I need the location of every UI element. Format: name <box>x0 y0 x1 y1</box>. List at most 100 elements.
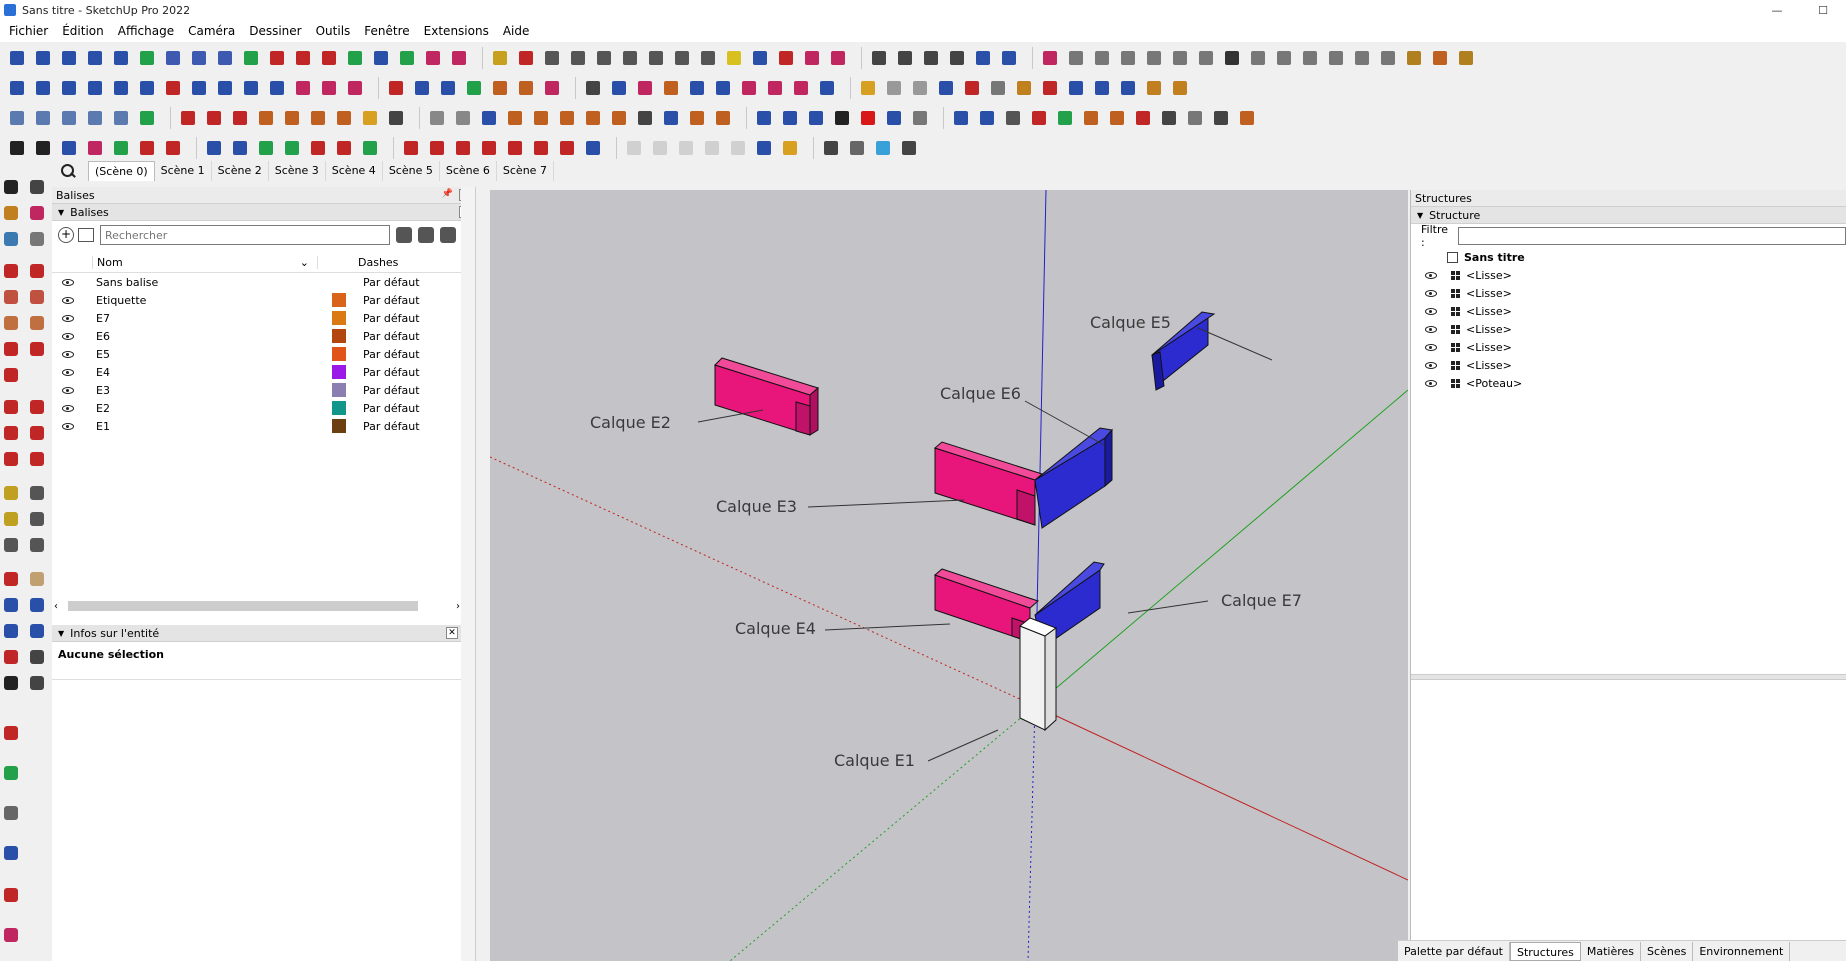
zoom-window-tool-icon[interactable] <box>26 594 48 616</box>
refresh-icon[interactable] <box>582 137 604 159</box>
curve-a-icon[interactable] <box>582 77 604 99</box>
tag-color-swatch[interactable] <box>332 419 346 433</box>
view-right-icon[interactable] <box>84 107 106 129</box>
tab-scene-3[interactable]: Scène 3 <box>269 161 326 181</box>
window-6-icon[interactable] <box>1455 47 1477 69</box>
path-icon[interactable] <box>203 137 225 159</box>
tools-icon[interactable] <box>385 107 407 129</box>
outliner-item[interactable]: <Poteau> <box>1411 374 1846 392</box>
triangle-icon[interactable] <box>448 47 470 69</box>
misc-2-icon[interactable] <box>976 107 998 129</box>
offset-tool-icon[interactable] <box>26 448 48 470</box>
line-red-icon[interactable] <box>136 137 158 159</box>
fx-icon[interactable] <box>898 137 920 159</box>
outliner-item[interactable]: <Lisse> <box>1411 302 1846 320</box>
component-2-icon[interactable] <box>894 47 916 69</box>
misc-8-icon[interactable] <box>1158 107 1180 129</box>
beam-3-icon[interactable] <box>478 107 500 129</box>
tag-row[interactable]: E1 Par défaut <box>52 417 475 435</box>
eraser-2-icon[interactable] <box>827 47 849 69</box>
paint-bucket-icon[interactable] <box>0 202 22 224</box>
select-3-icon[interactable] <box>58 77 80 99</box>
misc-4-icon[interactable] <box>1054 107 1076 129</box>
beam-icon[interactable] <box>426 107 448 129</box>
pin-icon[interactable] <box>1039 47 1061 69</box>
bezier-icon[interactable] <box>110 47 132 69</box>
beam-5-icon[interactable] <box>530 107 552 129</box>
arc-red-3-icon[interactable] <box>318 47 340 69</box>
curve-h-icon[interactable] <box>764 77 786 99</box>
path-2-icon[interactable] <box>229 137 251 159</box>
followme-tool-icon[interactable] <box>26 422 48 444</box>
link-tool-icon[interactable] <box>0 884 22 906</box>
path-3-icon[interactable] <box>255 137 277 159</box>
select-icon[interactable] <box>6 77 28 99</box>
menu-edition[interactable]: Édition <box>55 24 111 38</box>
tag-color-swatch[interactable] <box>332 329 346 343</box>
tag-color-swatch[interactable] <box>332 401 346 415</box>
beam-7-icon[interactable] <box>582 107 604 129</box>
spline-icon[interactable] <box>84 47 106 69</box>
tag-color-swatch[interactable] <box>332 347 346 361</box>
frame-tool-icon[interactable] <box>0 802 22 824</box>
menu-fichier[interactable]: Fichier <box>2 24 55 38</box>
tags-section-header[interactable]: ▼ Balises ✕ <box>52 204 475 221</box>
circle-tool-icon[interactable] <box>0 312 22 334</box>
tag-row[interactable]: E3 Par défaut <box>52 381 475 399</box>
outliner-item[interactable]: <Lisse> <box>1411 338 1846 356</box>
arrows-up-icon[interactable] <box>110 77 132 99</box>
joint-7-icon[interactable] <box>333 107 355 129</box>
pencil-tool-icon[interactable] <box>0 260 22 282</box>
pen-red-icon[interactable] <box>1039 77 1061 99</box>
rotate-red-icon[interactable] <box>292 77 314 99</box>
pie-tool-icon[interactable] <box>0 364 22 386</box>
view-top-icon[interactable] <box>32 107 54 129</box>
entity-info-header[interactable]: ▼ Infos sur l'entité ✕ <box>52 625 462 642</box>
align-5-icon[interactable] <box>489 77 511 99</box>
rectangle-icon[interactable] <box>162 47 184 69</box>
window-4-icon[interactable] <box>1403 47 1425 69</box>
bub-icon[interactable] <box>805 107 827 129</box>
walk-tool-icon[interactable] <box>0 672 22 694</box>
tag-color-swatch[interactable] <box>332 383 346 397</box>
path-4-icon[interactable] <box>281 137 303 159</box>
menu-extensions[interactable]: Extensions <box>417 24 496 38</box>
grid-icon[interactable] <box>1091 47 1113 69</box>
scroll-left-icon[interactable]: ‹ <box>54 601 58 612</box>
freehand-icon[interactable] <box>58 47 80 69</box>
dashes-column-header[interactable]: Dashes <box>317 256 437 269</box>
view-left-icon[interactable] <box>136 107 158 129</box>
grid-4-icon[interactable] <box>1169 47 1191 69</box>
beam-6-icon[interactable] <box>556 107 578 129</box>
line-plus-icon[interactable] <box>32 137 54 159</box>
curve-tool-icon[interactable] <box>32 47 54 69</box>
align-4-icon[interactable] <box>463 77 485 99</box>
menu-camera[interactable]: Caméra <box>181 24 242 38</box>
sandbox-tool-icon[interactable] <box>0 762 22 784</box>
grid-5-icon[interactable] <box>1195 47 1217 69</box>
axis-icon[interactable] <box>1273 47 1295 69</box>
align-icon[interactable] <box>385 77 407 99</box>
coin-icon[interactable] <box>359 107 381 129</box>
pencil-blue-icon[interactable] <box>749 47 771 69</box>
ellipse-icon[interactable] <box>422 47 444 69</box>
align-6-icon[interactable] <box>515 77 537 99</box>
color-picker-icon[interactable] <box>872 137 894 159</box>
tab-scene-0[interactable]: (Scène 0) <box>88 161 155 181</box>
frame-icon[interactable] <box>686 107 708 129</box>
cube-icon[interactable] <box>987 77 1009 99</box>
outliner-root[interactable]: Sans titre <box>1411 248 1846 266</box>
orbit-icon[interactable] <box>26 176 48 198</box>
position-camera-tool-icon[interactable] <box>0 646 22 668</box>
window-3-icon[interactable] <box>1377 47 1399 69</box>
select-arrow-icon[interactable] <box>0 176 22 198</box>
axes-tool-icon[interactable] <box>0 534 22 556</box>
eye-icon[interactable] <box>62 278 74 286</box>
tab-structures[interactable]: Structures <box>1509 941 1581 961</box>
curve-e-icon[interactable] <box>686 77 708 99</box>
monitor-icon[interactable] <box>846 137 868 159</box>
tab-scene-2[interactable]: Scène 2 <box>212 161 269 181</box>
joint-3-icon[interactable] <box>229 107 251 129</box>
rect-rot-tool-icon[interactable] <box>26 286 48 308</box>
scale-tool-icon[interactable] <box>0 448 22 470</box>
